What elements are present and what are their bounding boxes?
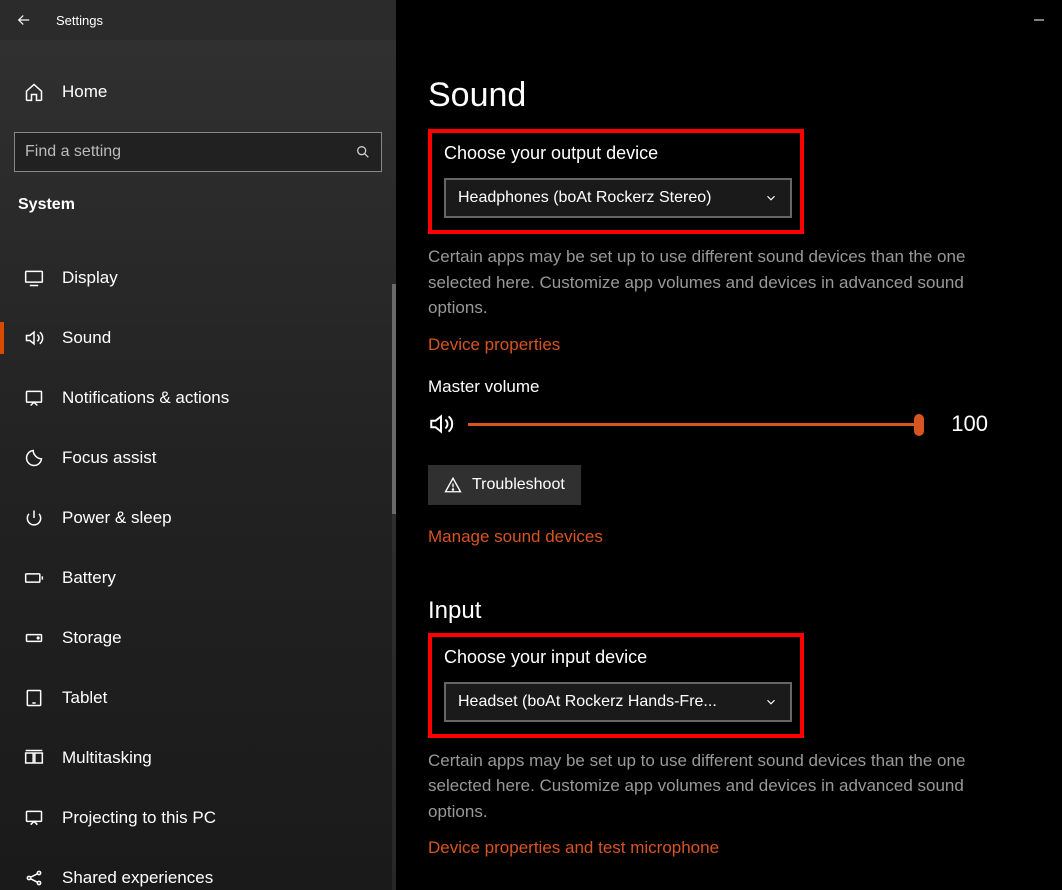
search-input[interactable] bbox=[25, 143, 355, 161]
sidebar-item-label: Tablet bbox=[62, 688, 107, 708]
tablet-icon bbox=[22, 688, 46, 708]
sidebar-item-tablet[interactable]: Tablet bbox=[0, 668, 396, 728]
sidebar-item-label: Focus assist bbox=[62, 448, 156, 468]
battery-icon bbox=[22, 568, 46, 588]
sidebar-scroll-thumb[interactable] bbox=[392, 284, 396, 514]
back-button[interactable] bbox=[0, 11, 48, 29]
input-device-value: Headset (boAt Rockerz Hands-Fre... bbox=[458, 693, 717, 711]
troubleshoot-button[interactable]: Troubleshoot bbox=[428, 465, 581, 505]
sidebar-item-projecting[interactable]: Projecting to this PC bbox=[0, 788, 396, 848]
sidebar-item-battery[interactable]: Battery bbox=[0, 548, 396, 608]
sidebar-item-label: Multitasking bbox=[62, 748, 152, 768]
output-device-highlight: Choose your output device Headphones (bo… bbox=[428, 129, 804, 234]
sidebar-item-label: Display bbox=[62, 268, 118, 288]
focus-icon bbox=[22, 448, 46, 468]
minimize-icon bbox=[1033, 14, 1045, 26]
sidebar-section-header: System bbox=[0, 190, 396, 228]
search-box[interactable] bbox=[14, 132, 382, 172]
output-device-properties-link[interactable]: Device properties bbox=[428, 335, 560, 355]
master-volume-label: Master volume bbox=[428, 377, 1014, 397]
slider-thumb[interactable] bbox=[914, 414, 924, 436]
main-content: Sound Choose your output device Headphon… bbox=[396, 40, 1062, 890]
page-title: Sound bbox=[428, 76, 1014, 115]
chevron-down-icon bbox=[764, 695, 778, 709]
output-choose-label: Choose your output device bbox=[444, 143, 788, 164]
window-title: Settings bbox=[56, 13, 103, 28]
sidebar-item-label: Power & sleep bbox=[62, 508, 172, 528]
manage-sound-devices-link[interactable]: Manage sound devices bbox=[428, 527, 603, 547]
sidebar-item-shared[interactable]: Shared experiences bbox=[0, 848, 396, 890]
minimize-button[interactable] bbox=[1016, 5, 1062, 35]
display-icon bbox=[22, 268, 46, 288]
titlebar: Settings bbox=[0, 0, 1062, 40]
speaker-icon[interactable] bbox=[428, 411, 456, 437]
input-device-properties-link[interactable]: Device properties and test microphone bbox=[428, 838, 719, 858]
master-volume-slider[interactable] bbox=[468, 416, 920, 432]
projecting-icon bbox=[22, 808, 46, 828]
troubleshoot-label: Troubleshoot bbox=[472, 476, 565, 494]
notifications-icon bbox=[22, 388, 46, 408]
sidebar-item-focus[interactable]: Focus assist bbox=[0, 428, 396, 488]
home-icon bbox=[22, 82, 46, 102]
output-help-text: Certain apps may be set up to use differ… bbox=[428, 244, 998, 321]
sidebar-item-power[interactable]: Power & sleep bbox=[0, 488, 396, 548]
storage-icon bbox=[22, 628, 46, 648]
input-device-highlight: Choose your input device Headset (boAt R… bbox=[428, 633, 804, 738]
chevron-down-icon bbox=[764, 191, 778, 205]
input-choose-label: Choose your input device bbox=[444, 647, 788, 668]
sidebar-item-label: Battery bbox=[62, 568, 116, 588]
sidebar-item-label: Storage bbox=[62, 628, 122, 648]
sidebar-item-label: Notifications & actions bbox=[62, 388, 229, 408]
sidebar-item-label: Shared experiences bbox=[62, 868, 213, 888]
search-icon bbox=[355, 144, 371, 160]
sidebar-item-notifications[interactable]: Notifications & actions bbox=[0, 368, 396, 428]
sidebar-item-sound[interactable]: Sound bbox=[0, 308, 396, 368]
arrow-left-icon bbox=[15, 11, 33, 29]
sidebar-item-storage[interactable]: Storage bbox=[0, 608, 396, 668]
output-device-value: Headphones (boAt Rockerz Stereo) bbox=[458, 189, 711, 207]
sidebar-scrollbar[interactable] bbox=[392, 284, 396, 890]
slider-track bbox=[468, 423, 920, 426]
sidebar-item-label: Projecting to this PC bbox=[62, 808, 216, 828]
sidebar: Home System Display Sound Notifications … bbox=[0, 40, 396, 890]
shared-icon bbox=[22, 868, 46, 888]
output-device-dropdown[interactable]: Headphones (boAt Rockerz Stereo) bbox=[444, 178, 792, 218]
sound-icon bbox=[22, 328, 46, 348]
input-device-dropdown[interactable]: Headset (boAt Rockerz Hands-Fre... bbox=[444, 682, 792, 722]
home-nav[interactable]: Home bbox=[0, 70, 396, 114]
power-icon bbox=[22, 508, 46, 528]
sidebar-item-label: Sound bbox=[62, 328, 111, 348]
input-help-text: Certain apps may be set up to use differ… bbox=[428, 748, 998, 825]
multitasking-icon bbox=[22, 748, 46, 768]
master-volume-row: 100 bbox=[428, 411, 988, 437]
sidebar-item-display[interactable]: Display bbox=[0, 248, 396, 308]
master-volume-value: 100 bbox=[938, 411, 988, 437]
home-label: Home bbox=[62, 82, 107, 102]
warning-icon bbox=[444, 476, 462, 494]
sidebar-item-multitasking[interactable]: Multitasking bbox=[0, 728, 396, 788]
input-heading: Input bbox=[428, 597, 1014, 625]
sidebar-nav-list: Display Sound Notifications & actions Fo… bbox=[0, 248, 396, 890]
